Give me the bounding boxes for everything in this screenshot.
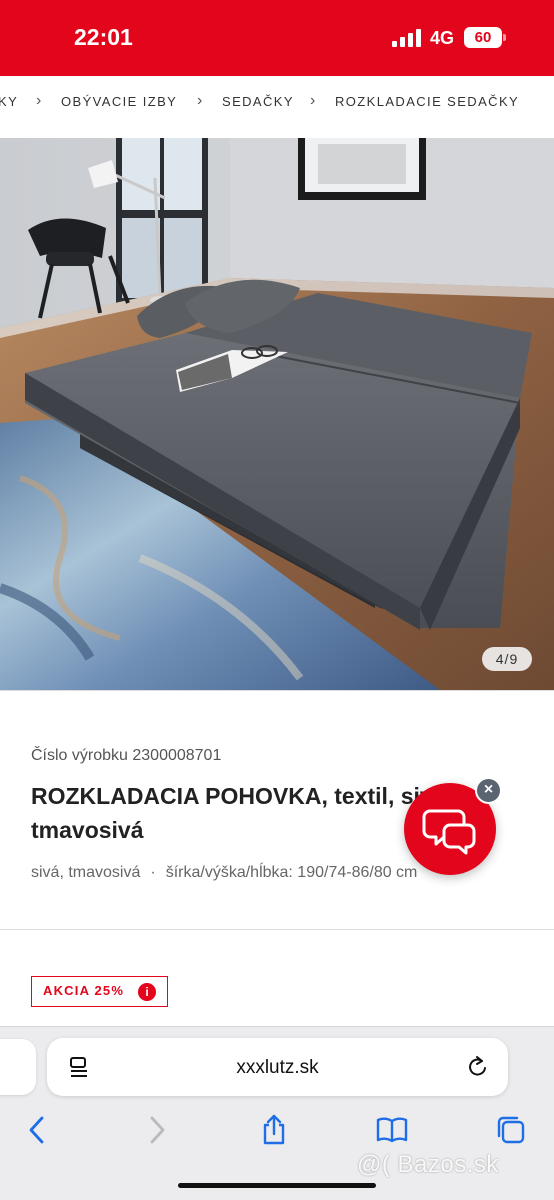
address-bar[interactable]: xxxlutz.sk — [47, 1038, 508, 1096]
chevron-right-icon: › — [197, 92, 204, 109]
tabs-icon[interactable] — [494, 1113, 528, 1147]
specs-separator: · — [150, 864, 156, 881]
gallery-counter: 4/9 — [482, 647, 532, 671]
share-icon[interactable] — [257, 1113, 291, 1147]
reload-icon[interactable] — [466, 1054, 490, 1080]
product-specs: sivá, tmavosivá · šírka/výška/hĺbka: 190/7… — [31, 864, 417, 882]
discount-badge-label: AKCIA 25% — [43, 983, 125, 998]
breadcrumb-item-sofas[interactable]: SEDAČKY — [222, 94, 294, 109]
battery-icon: 60 — [464, 27, 502, 48]
product-title-bold: ROZKLADACIA — [31, 783, 199, 809]
back-icon[interactable] — [20, 1113, 54, 1147]
divider — [0, 929, 554, 930]
info-icon[interactable]: i — [138, 983, 156, 1001]
home-indicator[interactable] — [178, 1183, 376, 1188]
previous-tab-preview[interactable] — [0, 1039, 36, 1095]
product-color: sivá, tmavosivá — [31, 864, 141, 881]
chevron-right-icon: › — [36, 92, 43, 109]
discount-badge: AKCIA 25% i — [31, 976, 168, 1007]
battery-tip — [503, 34, 506, 41]
status-time: 22:01 — [74, 24, 133, 50]
breadcrumb-item-living-rooms[interactable]: OBÝVACIE IZBY — [61, 94, 177, 109]
cellular-signal-icon — [392, 29, 422, 47]
watermark: @( Bazos.sk — [357, 1151, 499, 1178]
chat-close-button[interactable]: × — [475, 777, 502, 804]
breadcrumb: KY › OBÝVACIE IZBY › SEDAČKY › ROZKLADAC… — [0, 76, 554, 138]
product-dimensions: šírka/výška/hĺbka: 190/74-86/80 cm — [165, 864, 418, 881]
bookmarks-icon[interactable] — [375, 1113, 409, 1147]
forward-icon[interactable] — [140, 1113, 174, 1147]
breadcrumb-item-sofa-beds[interactable]: ROZKLADACIE SEDAČKY — [335, 94, 519, 109]
breadcrumb-item-prev[interactable]: KY — [0, 94, 18, 109]
url-text: xxxlutz.sk — [236, 1057, 319, 1078]
product-image[interactable] — [0, 138, 554, 690]
sofa-bed-photo — [0, 138, 554, 690]
chevron-right-icon: › — [310, 92, 317, 109]
network-type: 4G — [430, 28, 455, 48]
product-sku: Číslo výrobku 2300008701 — [31, 747, 222, 764]
status-bar: 22:01 4G 60 — [0, 0, 554, 76]
divider — [0, 690, 554, 691]
